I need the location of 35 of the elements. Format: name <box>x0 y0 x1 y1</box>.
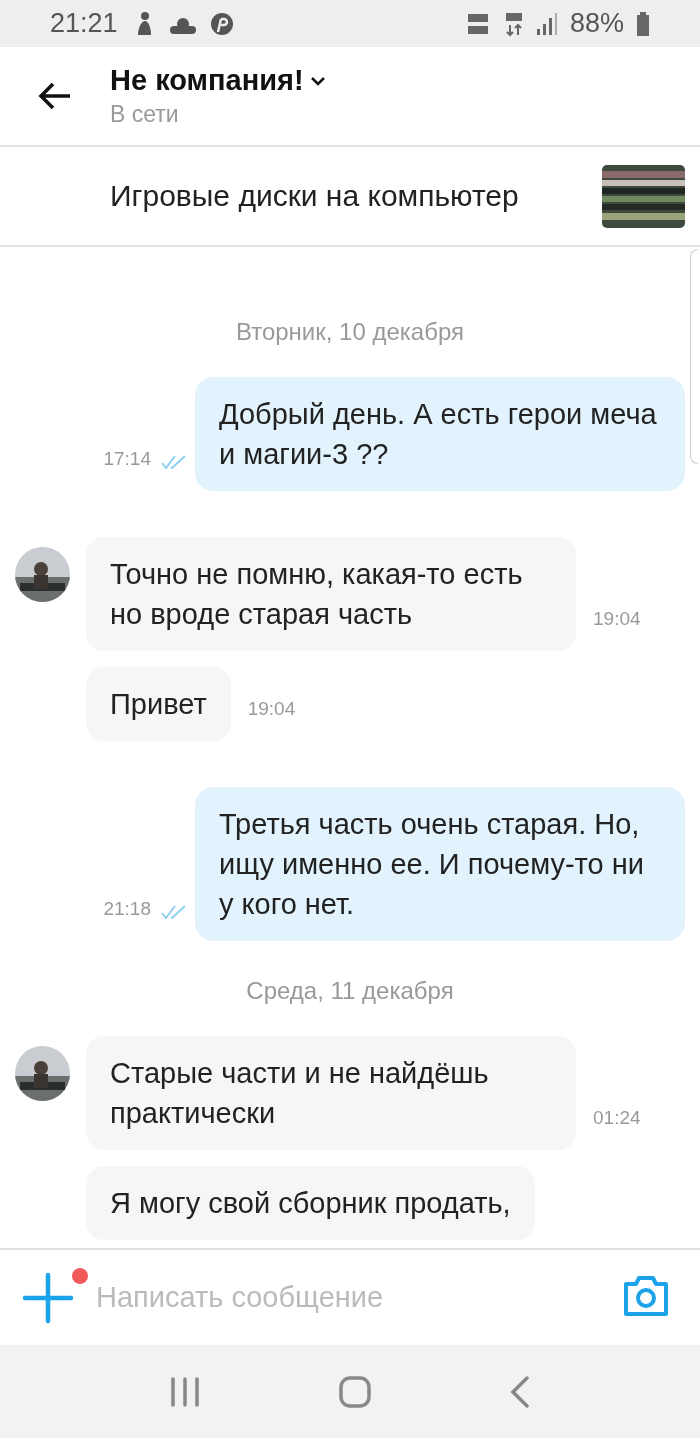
back-chevron-icon <box>510 1375 531 1408</box>
data-arrows-icon <box>503 10 524 37</box>
clock: 21:21 <box>50 8 118 39</box>
message-time: 19:04 <box>247 698 296 720</box>
chevron-down-icon[interactable] <box>309 75 326 86</box>
battery-icon <box>636 10 650 37</box>
message-time: 17:14 <box>103 448 151 470</box>
message-bubble: Привет <box>86 667 231 741</box>
double-check-icon <box>161 455 187 469</box>
recents-button[interactable] <box>169 1376 200 1407</box>
message-time: 21:18 <box>103 898 151 920</box>
recents-icon <box>169 1376 200 1407</box>
back-arrow-icon <box>38 81 72 111</box>
message-bubble: Добрый день. А есть герои меча и магии-3 ?? <box>195 377 685 491</box>
message-bubble: Точно не помню, какая-то есть но вроде старая часть <box>86 537 576 651</box>
home-button[interactable] <box>339 1375 371 1408</box>
signal-icon <box>535 11 558 36</box>
battery-percent: 88% <box>569 8 624 39</box>
date-divider: Вторник, 10 декабря <box>235 317 464 347</box>
back-nav-button[interactable] <box>510 1375 531 1408</box>
listing-title[interactable]: Игровые диски на компьютер <box>110 179 602 213</box>
message-time: 01:24 <box>593 1107 641 1129</box>
plus-icon <box>22 1271 74 1324</box>
message-bubble: Старые части и не найдёшь практически <box>86 1036 576 1150</box>
camera-icon <box>622 1274 670 1318</box>
message-bubble: Третья часть очень старая. Но, ищу именно ее. И почему-то ни у кого нет. <box>195 787 685 941</box>
message-bubble: Я могу свой сборник продать, <box>86 1166 535 1240</box>
pin-icon <box>209 11 234 36</box>
online-status: В сети <box>110 101 180 128</box>
double-check-icon <box>161 905 187 919</box>
attach-button[interactable] <box>22 1271 74 1324</box>
contact-name[interactable]: Не компания! <box>110 64 304 97</box>
date-divider: Среда, 11 декабря <box>246 976 454 1006</box>
home-icon <box>339 1375 371 1408</box>
message-time: 19:04 <box>593 608 641 630</box>
